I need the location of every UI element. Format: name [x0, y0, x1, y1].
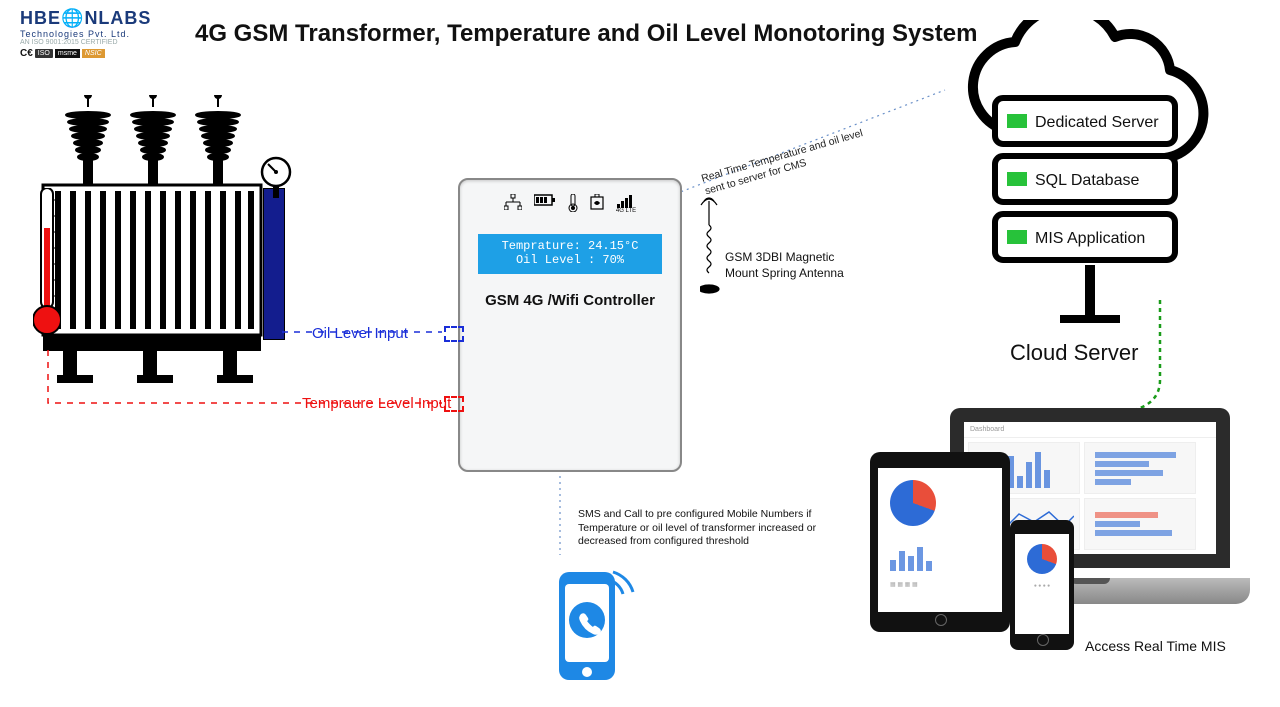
- logo-text-part2: NLABS: [84, 8, 151, 28]
- iso-badge: ISO: [35, 49, 53, 58]
- globe-icon: 🌐: [61, 8, 84, 28]
- upload-note: Real Time Temperature and oil level sent…: [700, 124, 880, 198]
- temperature-input-port: [444, 396, 464, 412]
- certification-badges: C€ ISO msme NSIC: [20, 48, 160, 59]
- msme-badge: msme: [55, 49, 80, 58]
- lcd-display: Temprature: 24.15°C Oil Level : 70%: [478, 234, 662, 274]
- server-stand-icon: [1060, 265, 1120, 335]
- lte-label: 4G LTE: [616, 208, 636, 214]
- oil-level-indicator-icon: [263, 188, 285, 340]
- mis-access-label: Access Real Time MIS: [1085, 638, 1226, 654]
- lcd-line1: Temprature: 24.15°C: [478, 239, 662, 253]
- company-logo: HBE🌐NLABS Technologies Pvt. Ltd. AN ISO …: [20, 8, 160, 59]
- transformer-icon: [33, 95, 293, 385]
- oil-input-label: Oil Level Input: [312, 325, 408, 342]
- phone-call-icon: [545, 560, 635, 690]
- smartphone-icon: ● ● ● ●: [1010, 520, 1074, 650]
- pressure-gauge-icon: [258, 156, 294, 200]
- logo-cert-text: AN ISO 9001:2015 CERTIFIED: [20, 39, 160, 46]
- cloud-server-icon: Dedicated Server SQL Database MIS Applic…: [935, 20, 1235, 285]
- server-3-label: MIS Application: [1035, 230, 1145, 247]
- tablet-icon: ▦ ▦ ▦ ▦: [870, 452, 1010, 632]
- signal-lte-icon: 4G LTE: [616, 194, 636, 214]
- gsm-controller: 4G LTE Temprature: 24.15°C Oil Level : 7…: [458, 178, 682, 472]
- server-1-label: Dedicated Server: [1035, 114, 1159, 131]
- lcd-line2: Oil Level : 70%: [478, 253, 662, 267]
- controller-title: GSM 4G /Wifi Controller: [460, 292, 680, 309]
- oil-can-icon: [590, 194, 604, 214]
- network-icon: [504, 194, 522, 214]
- logo-text-part1: HBE: [20, 8, 61, 28]
- diagram-title: 4G GSM Transformer, Temperature and Oil …: [195, 20, 977, 48]
- temperature-input-label: Tempraure Level Input: [302, 395, 451, 412]
- ce-badge: C€: [20, 48, 33, 59]
- oil-input-port: [444, 326, 464, 342]
- logo-subtitle: Technologies Pvt. Ltd.: [20, 29, 160, 39]
- nsic-badge: NSIC: [82, 49, 105, 58]
- sms-alert-note: SMS and Call to pre configured Mobile Nu…: [578, 508, 838, 549]
- client-devices: Dashboard ▦ ▦ ▦ ▦: [870, 400, 1260, 660]
- antenna-label: GSM 3DBI Magnetic Mount Spring Antenna: [725, 250, 865, 281]
- thermometer-small-icon: [568, 194, 578, 214]
- cloud-server-label: Cloud Server: [1010, 340, 1138, 366]
- server-2-label: SQL Database: [1035, 172, 1139, 189]
- thermometer-icon: [33, 188, 61, 344]
- battery-icon: [534, 194, 556, 214]
